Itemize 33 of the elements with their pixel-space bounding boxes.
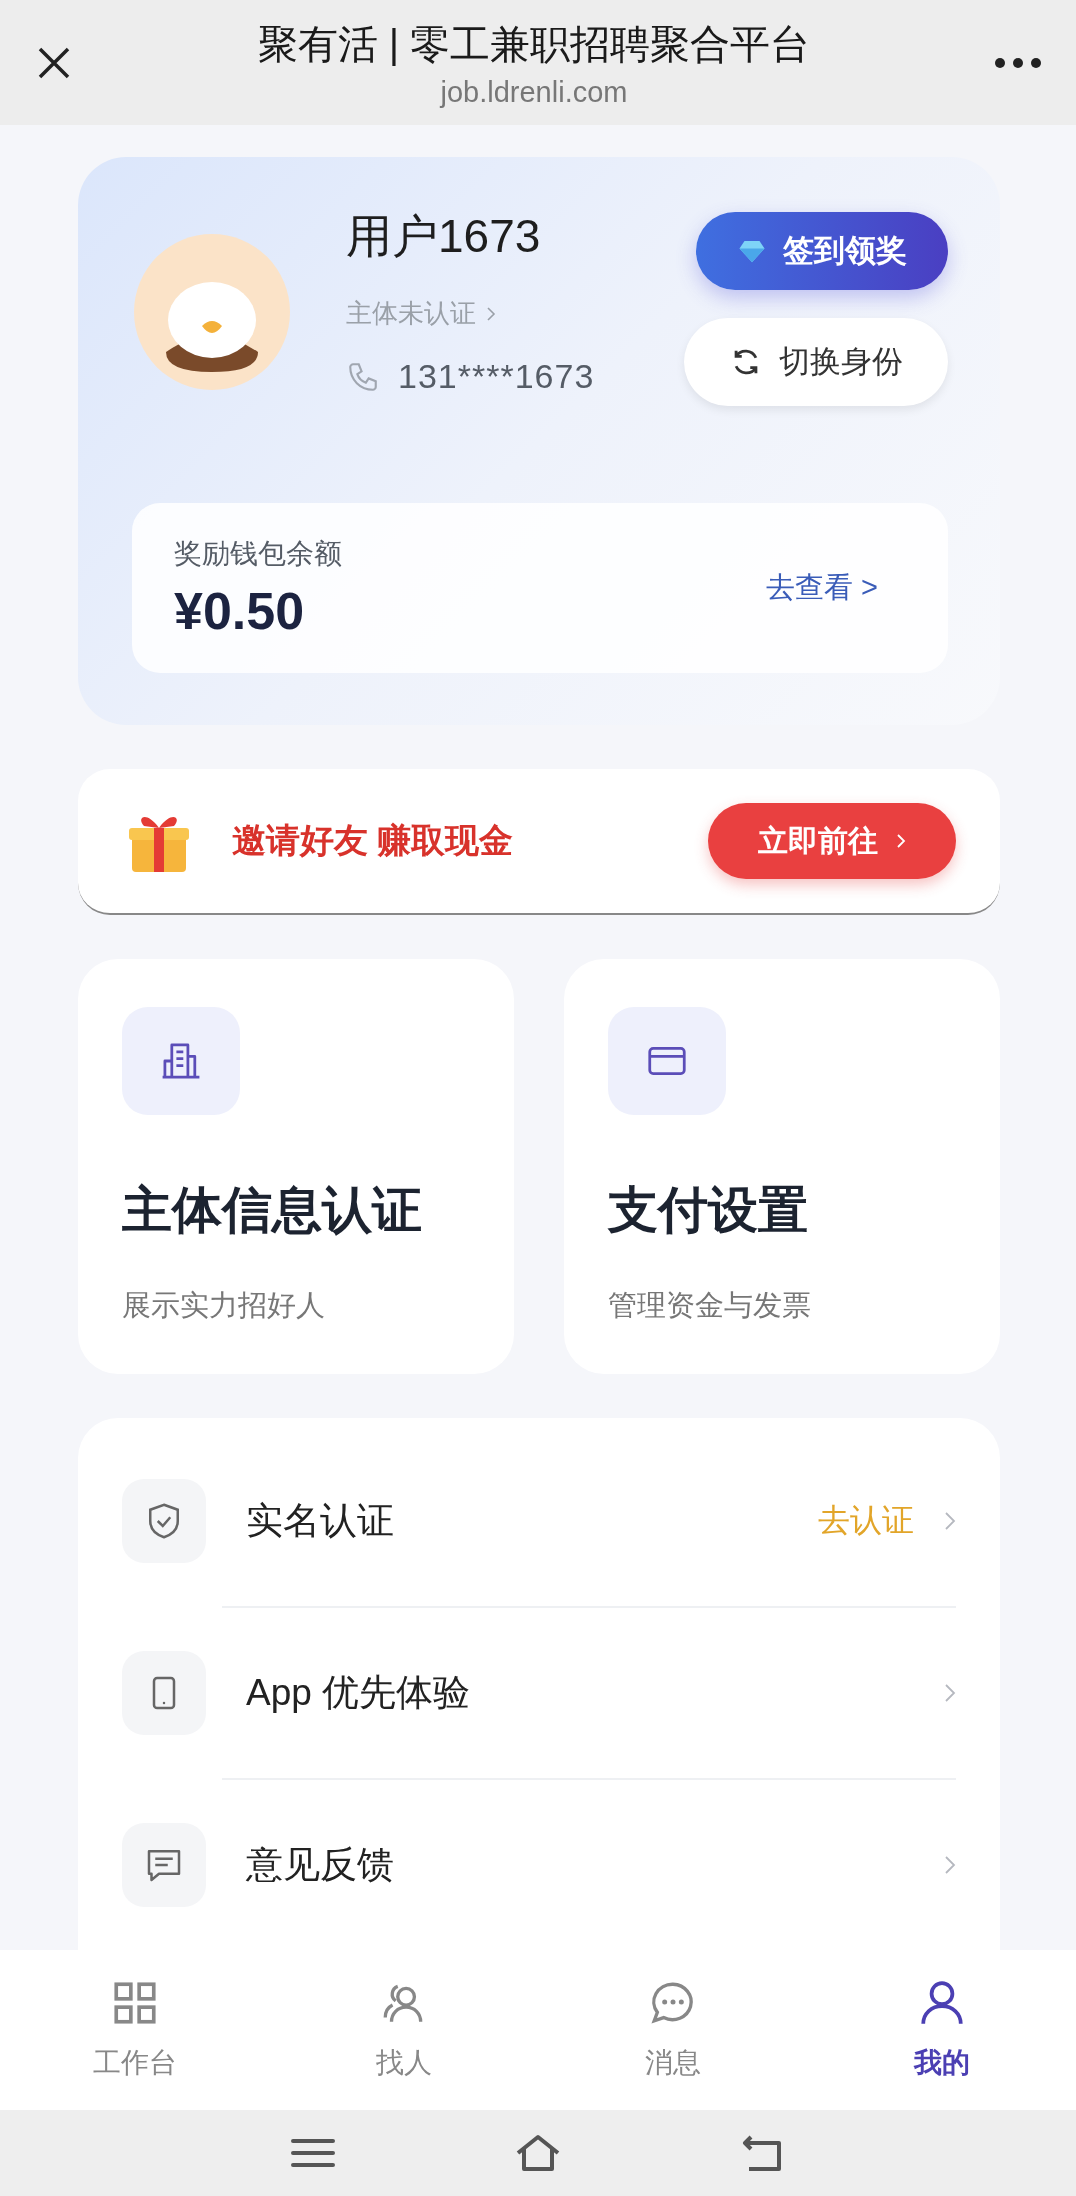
chevron-icon (944, 1682, 956, 1704)
invite-text: 邀请好友 赚取现金 (232, 820, 515, 862)
tab[interactable]: 消息 (538, 1950, 807, 2110)
feature-title: 主体信息认证 (122, 1181, 422, 1240)
tab[interactable]: 我的 (807, 1950, 1076, 2110)
menu-item[interactable]: 实名认证 去认证 (122, 1436, 956, 1606)
feature-subtitle: 管理资金与发票 (608, 1288, 811, 1323)
page-title: 聚有活 | 零工兼职招聘聚合平台 (257, 20, 811, 68)
user-name: 用户1673 (346, 209, 541, 264)
page-url: job.ldrenli.com (440, 75, 628, 109)
tab[interactable]: 找人 (269, 1950, 538, 2110)
chevron-icon (944, 1854, 956, 1876)
feature-title: 支付设置 (608, 1181, 808, 1240)
home-icon[interactable] (514, 2133, 562, 2173)
feature-card[interactable]: 主体信息认证 展示实力招好人 (78, 959, 514, 1374)
tab[interactable]: 工作台 (0, 1950, 269, 2110)
feature-subtitle: 展示实力招好人 (122, 1288, 325, 1323)
more-icon[interactable] (994, 56, 1042, 69)
switch-identity-button[interactable]: 切换身份 (684, 318, 948, 406)
wallet-label: 奖励钱包余额 (174, 537, 342, 572)
menu-item[interactable]: 意见反馈 (122, 1780, 956, 1950)
check-in-button[interactable]: 签到领奖 (696, 212, 948, 290)
go-now-button[interactable]: 立即前往 (708, 803, 956, 880)
wallet-amount: ¥0.50 (174, 581, 306, 642)
view-link[interactable]: 去查看 > (766, 568, 878, 609)
verify-status: 去认证 (818, 1501, 914, 1540)
chevron-icon (896, 833, 906, 850)
menu-item[interactable]: App 优先体验 (122, 1608, 956, 1778)
phone-number: 131****1673 (398, 357, 595, 396)
chevron-icon (486, 305, 496, 322)
chevron-icon (944, 1510, 956, 1532)
avatar-icon (132, 232, 292, 392)
feature-card[interactable]: 支付设置 管理资金与发票 (564, 959, 1000, 1374)
